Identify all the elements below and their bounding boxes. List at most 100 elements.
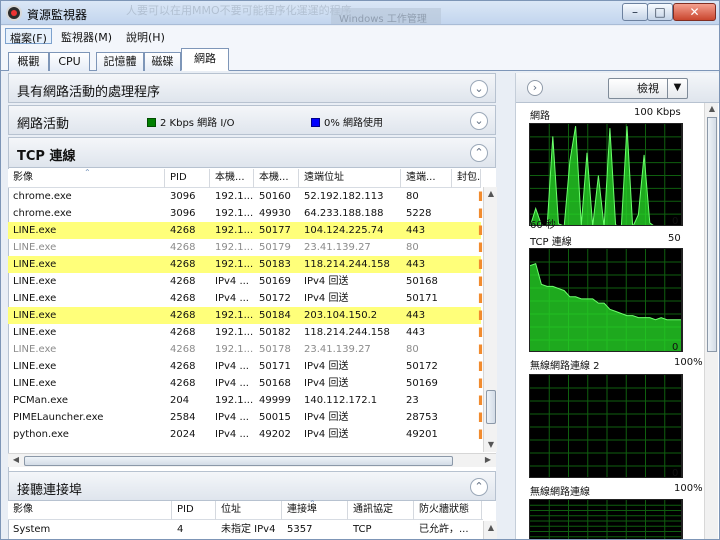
menu-monitor[interactable]: 監視器(M) (57, 28, 116, 44)
tcp-table-row[interactable]: PCMan.exe 204 192.1... 49999 140.112.172.1 23… (8, 392, 485, 409)
tcp-table-row[interactable]: python.exe 2024 IPv4 ... 49202 IPv4 回送 49201 ▌ (8, 426, 485, 443)
column-local-port[interactable]: 本機... (254, 169, 299, 188)
tcp-cell: 204 (170, 395, 190, 406)
scroll-down-icon[interactable]: ▼ (485, 439, 497, 451)
tcp-cell: LINE.exe (13, 327, 57, 338)
tcp-table-row[interactable]: LINE.exe 4268 IPv4 ... 50172 IPv4 回送 50171 ▌ (8, 290, 485, 307)
tab-overview[interactable]: 概觀 (8, 52, 49, 71)
tcp-graph-svg (530, 249, 682, 351)
title-bar[interactable]: 資源監視器 人要可以在用MMO不要可能程序化運運的程序 Windows 工作管理… (1, 1, 719, 40)
packet-loss-marker: ▌ (479, 273, 485, 290)
chevron-right-icon[interactable]: › (527, 80, 543, 96)
close-button[interactable]: ✕ (673, 3, 716, 21)
tcp-table-row[interactable]: LINE.exe 4268 192.1... 50179 23.41.139.27 80 ▌ (8, 239, 485, 256)
processes-section-header[interactable]: 具有網路活動的處理程序 ⌄ (8, 73, 496, 103)
tcp-cell: 443 (406, 259, 426, 270)
tcp-table-row[interactable]: chrome.exe 3096 192.1... 49930 64.233.188.18… (8, 205, 485, 222)
network-graph-max: 100 Kbps (634, 107, 681, 118)
column-local-address[interactable]: 本機... (210, 169, 254, 188)
tcp-cell: 50171 (406, 293, 438, 304)
column-pid[interactable]: PID (165, 169, 210, 188)
packet-loss-marker: ▌ (479, 256, 485, 273)
chevron-up-icon[interactable]: ⌃ (470, 144, 488, 162)
tcp-cell: 5228 (406, 208, 432, 219)
graphs-vertical-scrollbar[interactable]: ▲ (704, 103, 718, 539)
tcp-cell: 4268 (170, 361, 196, 372)
tcp-table-row[interactable]: LINE.exe 4268 IPv4 ... 50171 IPv4 回送 50172 ▌ (8, 358, 485, 375)
column-address[interactable]: 位址 (216, 501, 282, 520)
sort-ascending-icon: ⌃ (309, 499, 316, 508)
column-remote-address[interactable]: 遠端位址 (299, 169, 401, 188)
column-remote-port[interactable]: 遠端... (401, 169, 452, 188)
tcp-cell: 3096 (170, 208, 196, 219)
tcp-cell: 49999 (259, 395, 291, 406)
tcp-cell: 23.41.139.27 (304, 344, 371, 355)
tab-disk[interactable]: 磁碟 (144, 52, 181, 71)
chevron-down-icon[interactable]: ⌄ (470, 112, 488, 130)
tcp-cell: IPv4 回送 (304, 429, 349, 440)
scroll-up-icon[interactable]: ▲ (706, 103, 718, 115)
tcp-table-row[interactable]: chrome.exe 3096 192.1... 50160 52.192.182.11… (8, 188, 485, 205)
wireless-2-graph-svg (530, 375, 682, 477)
tcp-cell: LINE.exe (13, 225, 57, 236)
column-pid[interactable]: PID (172, 501, 216, 520)
column-image[interactable]: 影像 (8, 501, 172, 520)
tcp-horizontal-scrollbar[interactable]: ◀ ▶ (8, 453, 496, 467)
wireless-graph-title: 無線網路連線 (530, 487, 590, 498)
tcp-cell: IPv4 回送 (304, 293, 349, 304)
scroll-up-icon[interactable]: ▲ (485, 188, 497, 200)
listening-table-header: 影像 PID 位址 連接埠 ⌃ 通訊協定 防火牆狀態 (8, 499, 483, 520)
horizontal-scroll-thumb[interactable] (24, 456, 453, 466)
scroll-right-icon[interactable]: ▶ (482, 454, 494, 466)
graphs-pane: › 檢視 ▼ 網路 100 Kbps 60 秒 0 TCP 連線 50 0 無線… (515, 73, 719, 539)
network-graph-duration: 60 秒 (530, 220, 556, 231)
graphs-scroll-thumb[interactable] (707, 117, 717, 352)
tcp-cell: 2024 (170, 429, 196, 440)
chevron-up-icon[interactable]: ⌃ (470, 478, 488, 496)
menu-help[interactable]: 說明(H) (122, 28, 169, 44)
tcp-table-row[interactable]: LINE.exe 4268 IPv4 ... 50168 IPv4 回送 50169 ▌ (8, 375, 485, 392)
tcp-cell: PIMELauncher.exe (13, 412, 104, 423)
wireless-2-graph (529, 374, 683, 478)
tcp-cell: IPv4 ... (215, 412, 249, 423)
tcp-table-row[interactable]: LINE.exe 4268 IPv4 ... 50169 IPv4 回送 50168 ▌ (8, 273, 485, 290)
tab-network[interactable]: 網路 (181, 48, 229, 71)
tcp-table-row[interactable]: LINE.exe 4268 192.1... 50182 118.214.244.158… (8, 324, 485, 341)
tab-cpu[interactable]: CPU (49, 52, 90, 71)
resource-monitor-icon (6, 5, 22, 21)
tcp-table-row[interactable]: LINE.exe 4268 192.1... 50178 23.41.139.27 80 ▌ (8, 341, 485, 358)
scroll-left-icon[interactable]: ◀ (10, 454, 22, 466)
tcp-table-row[interactable]: LINE.exe 4268 192.1... 50184 203.104.150.2 44… (8, 307, 485, 324)
tcp-vertical-scrollbar[interactable]: ▲ ▼ (483, 187, 497, 452)
network-graph-svg (530, 124, 682, 225)
listen-image-cell: System (13, 524, 51, 535)
menu-file[interactable]: 檔案(F) (5, 28, 52, 45)
dropdown-icon[interactable]: ▼ (667, 78, 687, 99)
listen-pid-cell: 4 (177, 524, 184, 535)
tcp-cell: 4268 (170, 378, 196, 389)
column-packet-loss[interactable]: 封包... (452, 169, 481, 188)
minimize-button[interactable]: – (622, 3, 648, 21)
tcp-table-row[interactable]: PIMELauncher.exe 2584 IPv4 ... 50015 IPv4 回送… (8, 409, 485, 426)
tab-memory[interactable]: 記憶體 (96, 52, 144, 71)
network-activity-section-header[interactable]: 網路活動 2 Kbps 網路 I/O 0% 網路使用 ⌄ (8, 105, 496, 135)
tcp-table-header: 影像 ⌃ PID 本機... 本機... 遠端位址 遠端... 封包... (8, 168, 481, 188)
maximize-button[interactable]: □ (647, 3, 673, 21)
tcp-cell: 50168 (406, 276, 438, 287)
listening-table-row[interactable]: System 4 未指定 IPv4 5357 TCP 已允許，... (8, 521, 483, 538)
listening-vertical-scrollbar[interactable]: ▲ (483, 521, 497, 539)
scroll-up-icon[interactable]: ▲ (485, 522, 497, 534)
wireless-graph-svg (530, 500, 682, 539)
tcp-cell: python.exe (13, 429, 69, 440)
listening-section-header[interactable]: 接聽連接埠 ⌃ (8, 471, 496, 501)
tcp-table-row[interactable]: LINE.exe 4268 192.1... 50177 104.124.225.74 4… (8, 222, 485, 239)
tcp-cell: 192.1... (215, 344, 254, 355)
vertical-scroll-thumb[interactable] (486, 390, 496, 424)
column-firewall-status[interactable]: 防火牆狀態 (414, 501, 482, 520)
network-usage-stat: 0% 網路使用 (311, 114, 383, 129)
tcp-section-header[interactable]: TCP 連線 ⌃ (8, 137, 496, 168)
chevron-down-icon[interactable]: ⌄ (470, 80, 488, 98)
tcp-table-row[interactable]: LINE.exe 4268 192.1... 50183 118.214.244.158… (8, 256, 485, 273)
tcp-cell: IPv4 回送 (304, 412, 349, 423)
column-protocol[interactable]: 通訊協定 (348, 501, 414, 520)
